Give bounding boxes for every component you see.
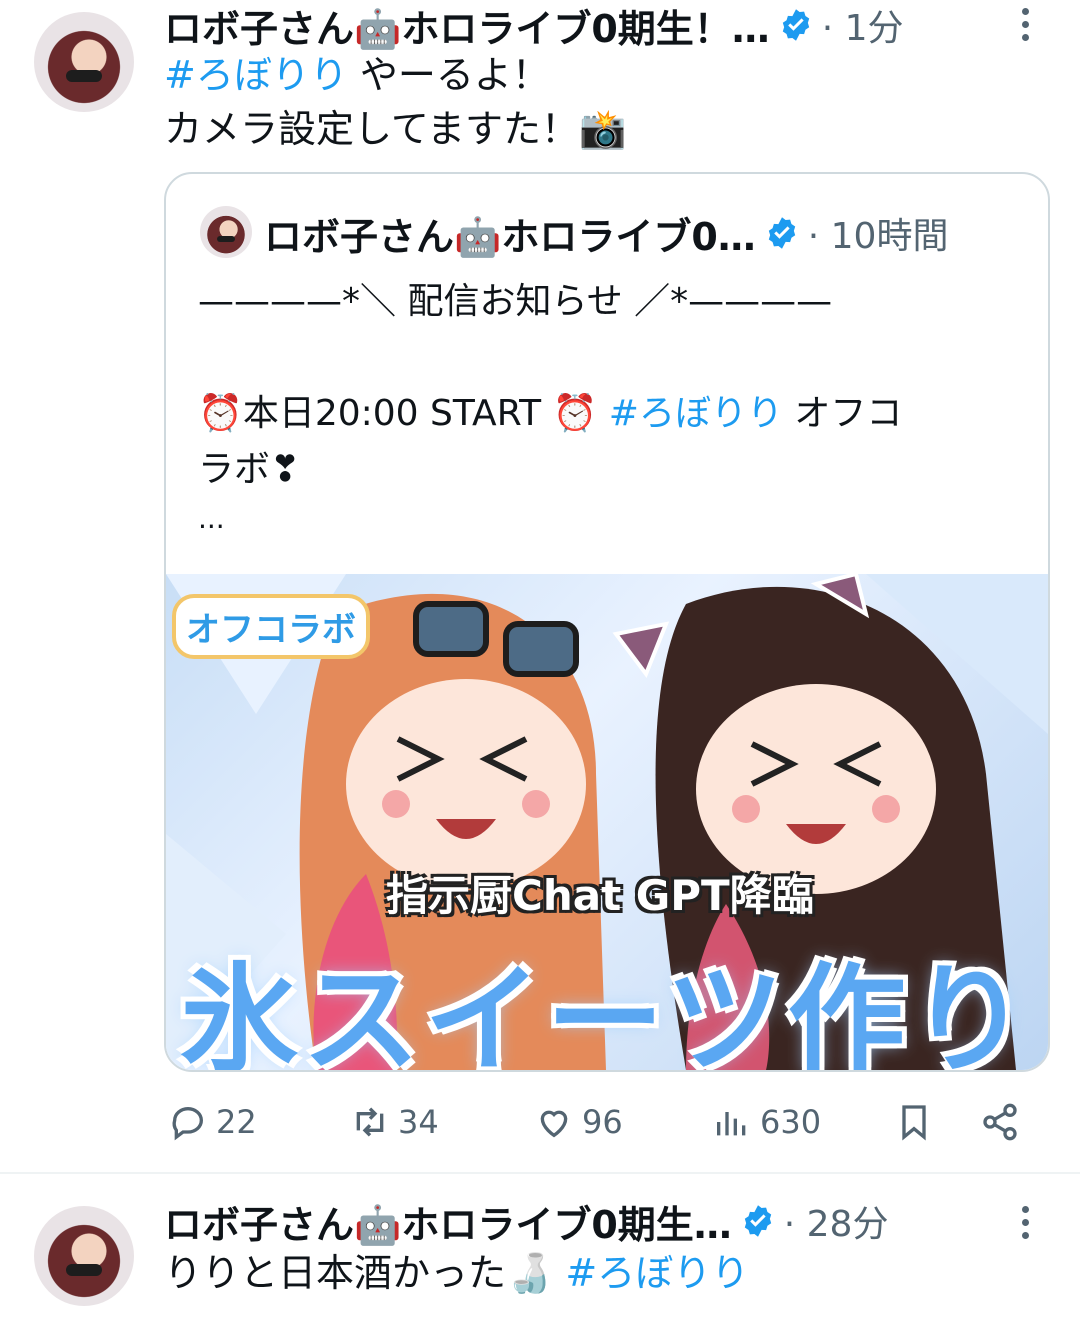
hashtag-link[interactable]: #ろぼりり xyxy=(565,1251,749,1295)
author-avatar[interactable] xyxy=(34,12,134,112)
quoted-text-line1: ————*＼ 配信お知らせ ／*———— xyxy=(198,281,833,322)
reply-icon xyxy=(172,1107,203,1141)
thumbnail-subtitle: 指示厨Chat GPT降臨 xyxy=(386,871,814,920)
author-name[interactable]: ロボ子さん🤖ホロライブ0期生！… xyxy=(164,0,770,53)
quoted-media-thumbnail[interactable]: オフコラボ 指示厨Chat GPT降臨 氷スイーツ作り xyxy=(166,574,1048,1070)
thumbnail-title: 氷スイーツ作り xyxy=(180,951,1032,1070)
tweet-text-line2: カメラ設定してますた！📸 xyxy=(164,107,627,151)
quoted-author-avatar xyxy=(200,206,252,258)
share-icon xyxy=(983,1103,1017,1141)
verified-badge-icon xyxy=(782,9,809,41)
quoted-text-ellipsis: ... xyxy=(198,502,225,535)
tweet-header: ロボ子さん🤖ホロライブ0期生… · 28分 xyxy=(164,1194,889,1249)
like-count: 96 xyxy=(582,1103,623,1141)
quoted-header: ロボ子さん🤖ホロライブ0… · 10時間 xyxy=(264,208,949,259)
tweet-time[interactable]: · 1分 xyxy=(822,0,904,51)
share-button[interactable] xyxy=(980,1102,1028,1142)
views-count: 630 xyxy=(760,1103,822,1141)
quoted-author-name: ロボ子さん🤖ホロライブ0… xyxy=(264,214,756,259)
quoted-text-line2: ⏰本日20:00 START ⏰ #ろぼりり オフコ xyxy=(198,393,903,434)
retweet-button[interactable]: 34 xyxy=(350,1102,439,1142)
more-icon[interactable] xyxy=(1022,8,1029,47)
verified-badge-icon xyxy=(768,217,795,249)
tweet-text-line1: #ろぼりり やーるよ！ xyxy=(164,53,550,97)
thumbnail-badge: オフコラボ xyxy=(172,594,370,659)
like-icon xyxy=(540,1110,568,1138)
more-icon[interactable] xyxy=(1022,1206,1029,1245)
reply-button[interactable]: 22 xyxy=(168,1102,257,1142)
hashtag-link[interactable]: #ろぼりり xyxy=(609,393,783,434)
author-name[interactable]: ロボ子さん🤖ホロライブ0期生… xyxy=(164,1194,732,1249)
like-button[interactable]: 96 xyxy=(534,1102,623,1142)
quoted-text-line3: ラボ❣ xyxy=(198,449,301,490)
quoted-time: · 10時間 xyxy=(807,216,949,257)
reply-count: 22 xyxy=(216,1103,257,1141)
quoted-tweet-card[interactable]: ロボ子さん🤖ホロライブ0… · 10時間 ————*＼ 配信お知らせ ／*———… xyxy=(164,172,1050,1072)
retweet-count: 34 xyxy=(398,1103,439,1141)
bookmark-icon xyxy=(902,1105,926,1141)
verified-badge-icon xyxy=(744,1205,771,1237)
hashtag-link[interactable]: #ろぼりり xyxy=(164,53,348,97)
tweet-time[interactable]: · 28分 xyxy=(784,1195,889,1247)
tweet-text: りりと日本酒かった🍶 #ろぼりり xyxy=(164,1251,750,1295)
tweet-header: ロボ子さん🤖ホロライブ0期生！… · 1分 xyxy=(164,0,904,53)
author-avatar[interactable] xyxy=(34,1206,134,1306)
views-button[interactable]: 630 xyxy=(712,1102,821,1142)
tweet-divider xyxy=(0,1172,1080,1174)
bookmark-button[interactable] xyxy=(894,1102,942,1142)
views-icon xyxy=(717,1112,746,1136)
retweet-icon xyxy=(356,1107,384,1137)
